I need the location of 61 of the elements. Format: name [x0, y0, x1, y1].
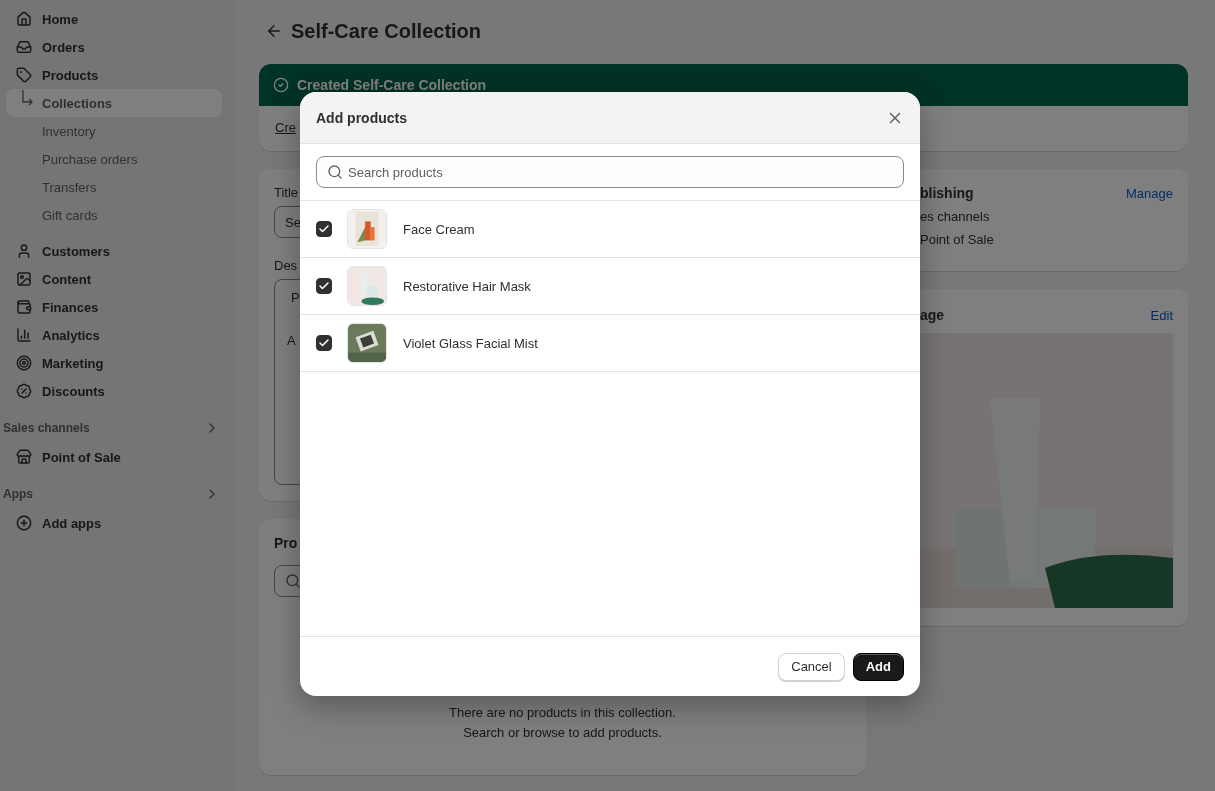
- tag-icon: [16, 67, 32, 83]
- product-name: Restorative Hair Mask: [403, 278, 531, 294]
- channel-text: es channels: [920, 209, 991, 224]
- checkbox[interactable]: [316, 278, 332, 294]
- edit-link[interactable]: Edit: [1150, 307, 1173, 323]
- inbox-icon: [16, 39, 32, 55]
- plus-circle-icon: [16, 515, 32, 531]
- field-label: Title: [274, 185, 300, 200]
- home-icon: [16, 11, 32, 27]
- channel-text: Point of Sale: [920, 232, 995, 247]
- sidebar-item[interactable]: Inventory: [6, 117, 222, 145]
- editor-toolbar: P: [291, 290, 300, 305]
- sidebar-item[interactable]: Home: [6, 5, 222, 33]
- search-icon: [327, 164, 343, 180]
- cancel-button[interactable]: Cancel: [778, 652, 845, 681]
- sidebar-item[interactable]: Marketing: [6, 349, 222, 377]
- section-heading: Apps: [3, 487, 33, 501]
- checkmark-icon: [318, 280, 330, 292]
- sidebar-item[interactable]: Products: [6, 61, 222, 89]
- checkbox[interactable]: [316, 221, 332, 237]
- card-heading: blishing: [920, 185, 974, 201]
- search-icon: [285, 573, 301, 589]
- sidebar-item[interactable]: Add apps: [6, 509, 222, 537]
- manage-link[interactable]: Manage: [1126, 185, 1173, 201]
- page-title: Self-Care Collection: [291, 19, 482, 43]
- banner-link[interactable]: Cre: [275, 120, 296, 135]
- product-name: Face Cream: [403, 221, 475, 237]
- person-icon: [16, 243, 32, 259]
- check-circle-icon: [273, 77, 289, 93]
- checkbox[interactable]: [316, 335, 332, 351]
- empty-state-text: There are no products in this collection.: [448, 704, 677, 722]
- editor-text: A: [287, 333, 296, 348]
- sidebar-item[interactable]: Customers: [6, 237, 222, 265]
- sidebar-item[interactable]: Purchase orders: [6, 145, 222, 173]
- target-icon: [16, 355, 32, 371]
- sidebar-item[interactable]: Collections: [6, 89, 222, 117]
- empty-state-text: Search or browse to add products.: [462, 724, 663, 742]
- percent-badge-icon: [16, 383, 32, 399]
- field-label: Des: [274, 258, 299, 273]
- sidebar-item[interactable]: Analytics: [6, 321, 222, 349]
- product-name: Violet Glass Facial Mist: [403, 335, 538, 351]
- card-heading: age: [920, 307, 945, 323]
- card-heading: Pro: [274, 535, 299, 551]
- checkmark-icon: [318, 223, 330, 235]
- checkmark-icon: [318, 337, 330, 349]
- sidebar-item[interactable]: Orders: [6, 33, 222, 61]
- image-icon: [16, 271, 32, 287]
- sidebar-item[interactable]: Content: [6, 265, 222, 293]
- add-button[interactable]: Add: [852, 652, 904, 681]
- banner-message: Created Self-Care Collection: [297, 77, 487, 93]
- sidebar-item[interactable]: Transfers: [6, 173, 222, 201]
- sidebar-item[interactable]: Gift cards: [6, 201, 222, 229]
- sidebar-item[interactable]: Finances: [6, 293, 222, 321]
- bar-chart-icon: [16, 327, 32, 343]
- search-field[interactable]: Search products: [316, 156, 904, 188]
- section-heading: Sales channels: [3, 421, 90, 435]
- dialog-title: Add products: [316, 109, 407, 126]
- wallet-icon: [16, 299, 32, 315]
- sidebar-item[interactable]: Discounts: [6, 377, 222, 405]
- sidebar-item[interactable]: Point of Sale: [6, 443, 222, 471]
- store-icon: [16, 449, 32, 465]
